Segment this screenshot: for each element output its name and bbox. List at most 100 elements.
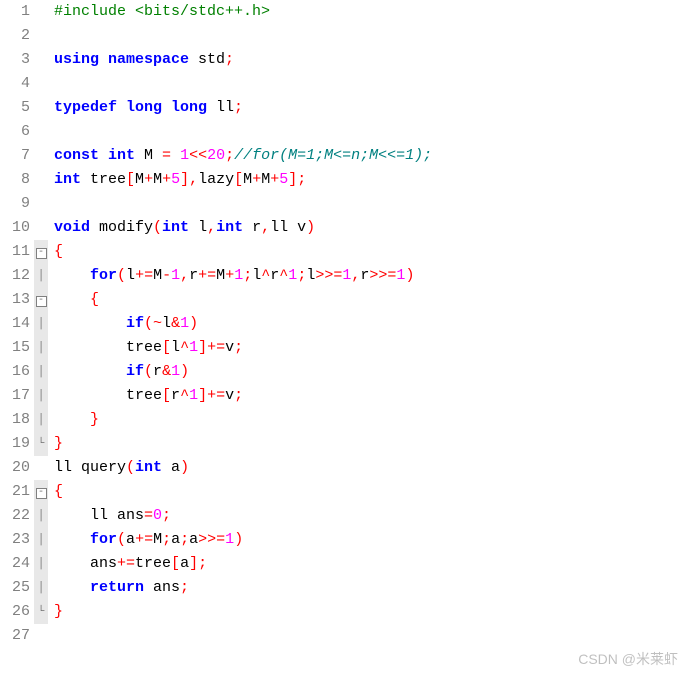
code-line[interactable]: 13- {	[0, 288, 690, 312]
code-content[interactable]: for(a+=M;a;a>>=1)	[48, 528, 243, 552]
code-line[interactable]: 7const int M = 1<<20;//for(M=1;M<=n;M<<=…	[0, 144, 690, 168]
fold-gutter: │	[34, 336, 48, 360]
code-content[interactable]: }	[48, 408, 99, 432]
token-op: ^	[180, 339, 189, 356]
token-plain: r	[270, 267, 279, 284]
token-kw: using namespace	[54, 51, 189, 68]
code-content[interactable]: if(r&1)	[48, 360, 189, 384]
line-number: 5	[0, 96, 34, 120]
code-line[interactable]: 12│ for(l+=M-1,r+=M+1;l^r^1;l>>=1,r>>=1)	[0, 264, 690, 288]
code-content[interactable]: ans+=tree[a];	[48, 552, 207, 576]
token-kw: for	[90, 267, 117, 284]
code-line[interactable]: 27	[0, 624, 690, 648]
token-plain	[54, 531, 90, 548]
token-plain: M	[135, 147, 162, 164]
token-num: 1	[225, 531, 234, 548]
code-content[interactable]: tree[l^1]+=v;	[48, 336, 243, 360]
code-line[interactable]: 4	[0, 72, 690, 96]
fold-gutter[interactable]: -	[34, 240, 48, 264]
token-plain	[54, 315, 126, 332]
code-line[interactable]: 22│ ll ans=0;	[0, 504, 690, 528]
token-plain: v	[225, 339, 234, 356]
code-line[interactable]: 1#include <bits/stdc++.h>	[0, 0, 690, 24]
token-op: ;	[234, 339, 243, 356]
code-line[interactable]: 2	[0, 24, 690, 48]
code-content[interactable]: {	[48, 480, 63, 504]
code-line[interactable]: 24│ ans+=tree[a];	[0, 552, 690, 576]
code-line[interactable]: 26└}	[0, 600, 690, 624]
code-line[interactable]: 3using namespace std;	[0, 48, 690, 72]
token-op: ;	[225, 147, 234, 164]
code-line[interactable]: 18│ }	[0, 408, 690, 432]
watermark: CSDN @米莱虾	[578, 649, 678, 669]
code-content[interactable]: int tree[M+M+5],lazy[M+M+5];	[48, 168, 306, 192]
fold-gutter[interactable]: -	[34, 480, 48, 504]
token-num: 1	[171, 363, 180, 380]
code-content[interactable]: {	[48, 240, 63, 264]
code-line[interactable]: 16│ if(r&1)	[0, 360, 690, 384]
code-content[interactable]: tree[r^1]+=v;	[48, 384, 243, 408]
code-content[interactable]: for(l+=M-1,r+=M+1;l^r^1;l>>=1,r>>=1)	[48, 264, 414, 288]
code-content[interactable]: using namespace std;	[48, 48, 234, 72]
code-line[interactable]: 20ll query(int a)	[0, 456, 690, 480]
token-plain: a	[180, 555, 189, 572]
code-line[interactable]: 8int tree[M+M+5],lazy[M+M+5];	[0, 168, 690, 192]
code-line[interactable]: 17│ tree[r^1]+=v;	[0, 384, 690, 408]
fold-gutter[interactable]: -	[34, 288, 48, 312]
code-content[interactable]: {	[48, 288, 99, 312]
fold-toggle-icon[interactable]: -	[36, 248, 47, 259]
token-plain: l	[252, 267, 261, 284]
token-op: }	[90, 411, 99, 428]
code-line[interactable]: 15│ tree[l^1]+=v;	[0, 336, 690, 360]
token-plain	[54, 411, 90, 428]
code-line[interactable]: 5 typedef long long ll;	[0, 96, 690, 120]
line-number: 10	[0, 216, 34, 240]
code-line[interactable]: 11-{	[0, 240, 690, 264]
code-line[interactable]: 10 void modify(int l,int r,ll v)	[0, 216, 690, 240]
code-line[interactable]: 23│ for(a+=M;a;a>>=1)	[0, 528, 690, 552]
code-line[interactable]: 19└}	[0, 432, 690, 456]
code-content[interactable]: ll query(int a)	[48, 456, 189, 480]
token-op: )	[180, 363, 189, 380]
code-content[interactable]: }	[48, 600, 63, 624]
code-content[interactable]: #include <bits/stdc++.h>	[48, 0, 270, 24]
token-op: ;	[243, 267, 252, 284]
line-number: 22	[0, 504, 34, 528]
code-line[interactable]: 25│ return ans;	[0, 576, 690, 600]
token-kw: const int	[54, 147, 135, 164]
fold-toggle-icon[interactable]: -	[36, 488, 47, 499]
token-op: &	[171, 315, 180, 332]
token-plain: std	[189, 51, 225, 68]
token-op: )	[234, 531, 243, 548]
fold-gutter: │	[34, 360, 48, 384]
code-content[interactable]: if(~l&1)	[48, 312, 198, 336]
line-number: 6	[0, 120, 34, 144]
code-line[interactable]: 14│ if(~l&1)	[0, 312, 690, 336]
code-line[interactable]: 21-{	[0, 480, 690, 504]
code-content[interactable]: void modify(int l,int r,ll v)	[48, 216, 315, 240]
code-content[interactable]: }	[48, 432, 63, 456]
code-editor[interactable]: 1#include <bits/stdc++.h>23using namespa…	[0, 0, 690, 648]
token-plain: tree	[54, 339, 162, 356]
token-plain	[54, 579, 90, 596]
line-number: 2	[0, 24, 34, 48]
token-op: ];	[288, 171, 306, 188]
token-plain: r	[243, 219, 261, 236]
token-op: +=	[135, 531, 153, 548]
token-plain	[54, 267, 90, 284]
code-content[interactable]: ll ans=0;	[48, 504, 171, 528]
token-plain: M	[135, 171, 144, 188]
code-content[interactable]: return ans;	[48, 576, 189, 600]
code-content[interactable]: const int M = 1<<20;//for(M=1;M<=n;M<<=1…	[48, 144, 432, 168]
fold-gutter: │	[34, 552, 48, 576]
code-content[interactable]: typedef long long ll;	[48, 96, 243, 120]
token-op: {	[54, 483, 63, 500]
code-line[interactable]: 9	[0, 192, 690, 216]
token-plain: r	[153, 363, 162, 380]
token-op: +=	[117, 555, 135, 572]
token-plain: l	[306, 267, 315, 284]
fold-toggle-icon[interactable]: -	[36, 296, 47, 307]
token-op: [	[171, 555, 180, 572]
token-op: ]+=	[198, 339, 225, 356]
code-line[interactable]: 6	[0, 120, 690, 144]
